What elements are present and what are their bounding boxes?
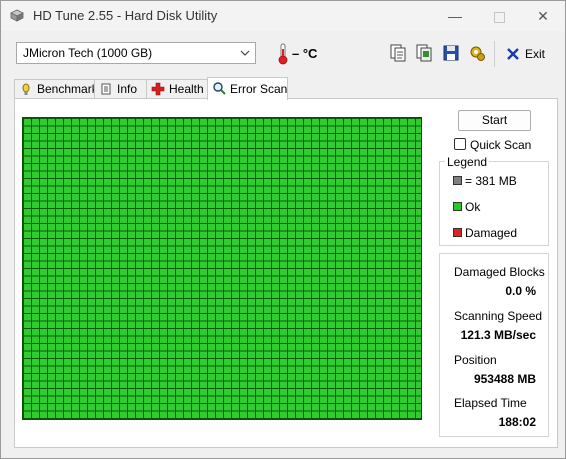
damaged-blocks-label: Damaged Blocks — [454, 265, 545, 279]
elapsed-time-value: 188:02 — [498, 415, 536, 429]
close-icon: ✕ — [537, 8, 549, 24]
title-bar: HD Tune 2.55 - Hard Disk Utility — ✕ — [1, 1, 565, 31]
minimize-button[interactable]: — — [433, 1, 477, 31]
error-scan-icon — [213, 82, 226, 95]
elapsed-time-label: Elapsed Time — [454, 396, 527, 410]
scanning-speed-value: 121.3 MB/sec — [460, 328, 536, 342]
checkbox-box[interactable] — [454, 138, 466, 150]
options-icon[interactable] — [467, 43, 487, 63]
info-icon — [101, 83, 111, 95]
exit-icon — [507, 48, 519, 60]
exit-label: Exit — [525, 47, 546, 61]
quick-scan-label: Quick Scan — [470, 138, 532, 152]
benchmark-icon — [22, 83, 30, 95]
legend-block-size-label: = 381 MB — [465, 174, 517, 188]
tab-benchmark[interactable]: Benchmark — [14, 79, 98, 98]
tab-error-scan-label: Error Scan — [230, 82, 288, 96]
legend-ok-label: Ok — [465, 200, 481, 214]
hd-tune-app-icon — [10, 9, 24, 22]
legend-title: Legend — [445, 155, 490, 169]
position-value: 953488 MB — [473, 372, 536, 386]
health-icon — [151, 82, 165, 96]
legend-ok-swatch — [453, 202, 462, 211]
maximize-icon — [493, 11, 505, 23]
copy-screenshot-icon[interactable] — [414, 43, 434, 63]
start-button[interactable]: Start — [458, 110, 531, 131]
exit-button[interactable]: Exit — [504, 44, 546, 64]
damaged-blocks-value: 0.0 % — [505, 284, 536, 298]
minimize-icon: — — [448, 8, 462, 24]
tab-info-label: Info — [117, 82, 138, 96]
block-map — [22, 117, 422, 420]
tab-health[interactable]: Health — [146, 79, 208, 98]
copy-text-icon[interactable] — [388, 43, 408, 63]
tab-error-scan[interactable]: Error Scan — [207, 77, 288, 100]
scanning-speed-label: Scanning Speed — [454, 309, 543, 323]
close-button[interactable]: ✕ — [521, 1, 565, 31]
temperature-readout: – °C — [292, 46, 318, 61]
drive-select[interactable]: JMicron Tech (1000 GB) — [16, 42, 256, 64]
tab-health-label: Health — [169, 82, 204, 96]
toolbar-separator — [494, 41, 495, 67]
chevron-down-icon — [240, 50, 250, 56]
maximize-button[interactable] — [477, 1, 521, 31]
legend-block-swatch — [453, 176, 462, 185]
legend-damaged-label: Damaged — [465, 226, 518, 240]
position-label: Position — [454, 353, 497, 367]
tab-info[interactable]: Info — [94, 79, 147, 98]
save-icon[interactable] — [441, 43, 461, 63]
thermometer-icon — [278, 43, 288, 65]
app-window: HD Tune 2.55 - Hard Disk Utility — ✕ JMi… — [0, 0, 566, 459]
drive-select-value: JMicron Tech (1000 GB) — [23, 46, 153, 60]
legend-damaged-swatch — [453, 228, 462, 237]
window-title: HD Tune 2.55 - Hard Disk Utility — [33, 8, 218, 23]
tab-benchmark-label: Benchmark — [37, 82, 98, 96]
